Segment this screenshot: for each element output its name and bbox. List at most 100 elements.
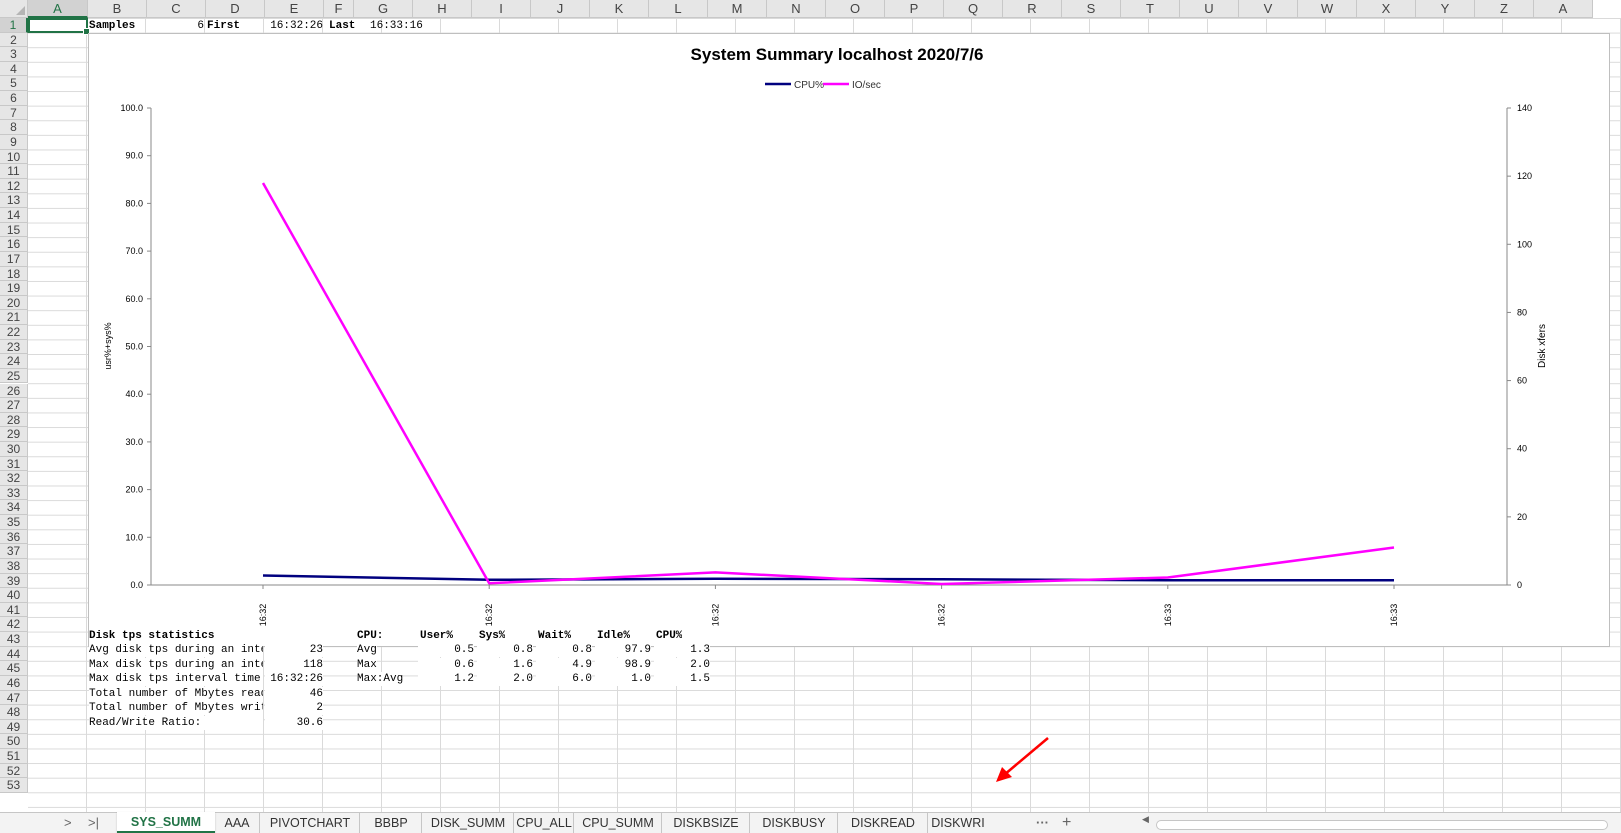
row-header[interactable]: 34	[0, 500, 28, 516]
column-header[interactable]: R	[1003, 0, 1062, 18]
row-header[interactable]: 49	[0, 719, 28, 735]
cpu-stat-header[interactable]: User%	[420, 629, 454, 643]
cpu-stat-value[interactable]: 0.6	[418, 657, 474, 672]
sheet-tab[interactable]: DISKREAD	[837, 813, 928, 833]
cpu-stat-header[interactable]: Sys%	[479, 629, 506, 643]
row-header[interactable]: 9	[0, 134, 28, 150]
row-header[interactable]: 13	[0, 193, 28, 209]
last-label[interactable]: Last	[329, 19, 355, 33]
disk-stats-title[interactable]: Disk tps statistics	[89, 629, 215, 643]
row-header[interactable]: 36	[0, 529, 28, 545]
cpu-stat-header[interactable]: CPU%	[656, 629, 683, 643]
column-header[interactable]: F	[324, 0, 354, 18]
sheet-tab[interactable]: CPU_SUMM	[573, 813, 662, 833]
column-header[interactable]: N	[767, 0, 826, 18]
column-header[interactable]: J	[531, 0, 590, 18]
disk-stat-value[interactable]: 2	[265, 701, 323, 716]
row-header[interactable]: 35	[0, 515, 28, 530]
cpu-stat-value[interactable]: 0.8	[536, 643, 592, 657]
column-header[interactable]: T	[1121, 0, 1180, 18]
row-header[interactable]: 16	[0, 237, 28, 252]
sheet-tab[interactable]: DISKBUSY	[749, 813, 838, 833]
cpu-stat-value[interactable]: 1.6	[477, 657, 533, 672]
disk-stat-label[interactable]: Avg disk tps during an interva	[89, 643, 263, 657]
row-header[interactable]: 53	[0, 778, 28, 793]
row-header[interactable]: 21	[0, 310, 28, 325]
cpu-stat-label[interactable]: Avg	[357, 643, 377, 657]
column-header[interactable]: S	[1062, 0, 1121, 18]
disk-stat-value[interactable]: 118	[265, 657, 323, 672]
disk-stat-label[interactable]: Read/Write Ratio:	[89, 716, 263, 731]
row-header[interactable]: 28	[0, 412, 28, 428]
row-header[interactable]: 8	[0, 120, 28, 135]
row-header[interactable]: 24	[0, 354, 28, 369]
cpu-stat-value[interactable]: 1.0	[595, 672, 651, 687]
row-header[interactable]: 32	[0, 471, 28, 486]
row-header[interactable]: 1	[0, 18, 28, 33]
cpu-stat-header[interactable]: CPU:	[357, 629, 384, 643]
column-header[interactable]: K	[590, 0, 649, 18]
cpu-stat-value[interactable]: 97.9	[595, 643, 651, 657]
column-header[interactable]: V	[1239, 0, 1298, 18]
cpu-stat-label[interactable]: Max:Avg	[357, 672, 404, 687]
row-header[interactable]: 11	[0, 164, 28, 179]
row-header[interactable]: 45	[0, 661, 28, 676]
row-header[interactable]: 48	[0, 705, 28, 720]
row-header[interactable]: 38	[0, 558, 28, 574]
row-header[interactable]: 12	[0, 178, 28, 194]
column-header[interactable]: Z	[1475, 0, 1534, 18]
disk-stat-value[interactable]: 30.6	[265, 716, 323, 731]
cpu-stat-header[interactable]: Wait%	[538, 629, 572, 643]
horizontal-scrollbar[interactable]: ◀	[1142, 814, 1617, 830]
row-header[interactable]: 4	[0, 61, 28, 77]
row-header[interactable]: 14	[0, 208, 28, 223]
next-sheet-button[interactable]: >	[64, 813, 72, 833]
column-header[interactable]: U	[1180, 0, 1239, 18]
row-header[interactable]: 52	[0, 763, 28, 779]
first-value[interactable]: 16:32:26	[265, 19, 323, 33]
cpu-stat-value[interactable]: 0.5	[418, 643, 474, 657]
column-header[interactable]: L	[649, 0, 708, 18]
samples-value[interactable]: 6	[150, 19, 204, 33]
row-header[interactable]: 33	[0, 485, 28, 501]
cpu-stat-value[interactable]: 1.5	[654, 672, 710, 687]
cpu-stat-value[interactable]: 0.8	[477, 643, 533, 657]
sheet-tab[interactable]: PIVOTCHART	[259, 813, 360, 833]
cpu-stat-value[interactable]: 4.9	[536, 657, 592, 672]
row-header[interactable]: 42	[0, 617, 28, 633]
sheet-tab[interactable]: DISK_SUMM	[421, 813, 514, 833]
row-header[interactable]: 19	[0, 281, 28, 296]
disk-stat-label[interactable]: Max disk tps interval time:	[89, 672, 263, 687]
system-summary-chart[interactable]: System Summary localhost 2020/7/6 CPU% I…	[88, 33, 1610, 647]
row-header[interactable]: 7	[0, 105, 28, 121]
samples-label[interactable]: Samples	[89, 19, 135, 33]
column-header[interactable]: D	[206, 0, 265, 18]
row-header[interactable]: 44	[0, 646, 28, 662]
disk-stat-value[interactable]: 46	[265, 686, 323, 701]
row-header[interactable]: 50	[0, 734, 28, 749]
row-header[interactable]: 27	[0, 398, 28, 413]
column-header[interactable]: M	[708, 0, 767, 18]
column-header[interactable]: A	[28, 0, 88, 18]
row-header[interactable]: 15	[0, 222, 28, 238]
select-all-corner[interactable]	[0, 0, 28, 18]
column-header[interactable]: B	[88, 0, 147, 18]
sheet-tab[interactable]: DISKWRI	[927, 813, 988, 833]
add-sheet-button[interactable]: +	[1062, 813, 1071, 833]
row-header[interactable]: 51	[0, 749, 28, 764]
sheet-tab[interactable]: AAA	[215, 813, 259, 833]
row-header[interactable]: 39	[0, 573, 28, 589]
column-header[interactable]: A	[1534, 0, 1593, 18]
cpu-stat-value[interactable]: 1.2	[418, 672, 474, 687]
column-header[interactable]: C	[147, 0, 206, 18]
row-header[interactable]: 46	[0, 675, 28, 691]
scrollbar-thumb[interactable]	[1156, 820, 1608, 830]
row-header[interactable]: 47	[0, 690, 28, 706]
last-value[interactable]: 16:33:16	[370, 19, 423, 33]
row-header[interactable]: 6	[0, 91, 28, 106]
spreadsheet-grid[interactable]: ABCDEFGHIJKLMNOPQRSTUVWXYZA 1 2 3 4 5 6 7 8 9 10 1…	[0, 0, 1621, 812]
row-header[interactable]: 22	[0, 325, 28, 340]
column-header[interactable]: I	[472, 0, 531, 18]
disk-stat-label[interactable]: Max disk tps during an interva	[89, 657, 263, 672]
row-header[interactable]: 20	[0, 295, 28, 311]
